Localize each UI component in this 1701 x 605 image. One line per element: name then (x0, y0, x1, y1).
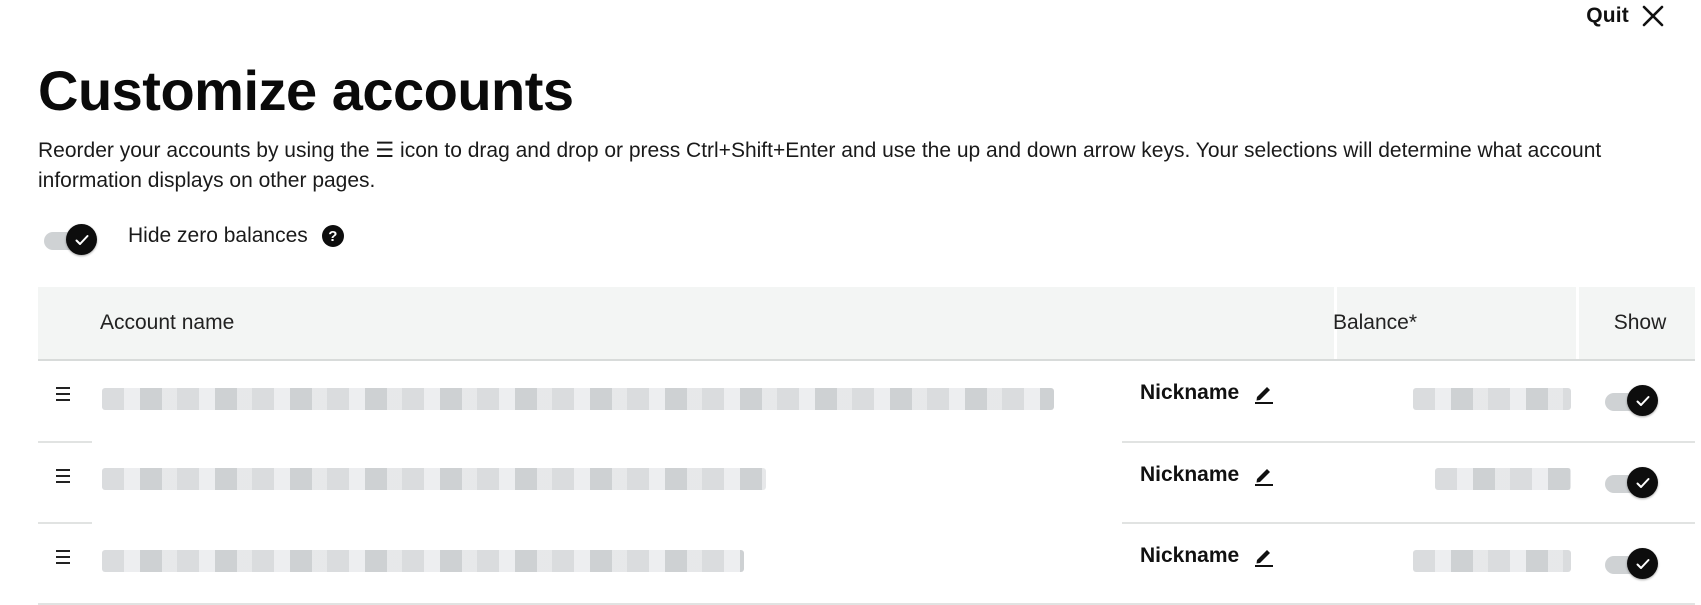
column-header-account-name: Account name (100, 311, 235, 334)
instructions-text: Reorder your accounts by using the ☰ ico… (38, 136, 1678, 196)
check-icon (1636, 395, 1649, 406)
nickname-edit-button[interactable]: Nickname (1140, 463, 1275, 487)
column-header-show: Show (1613, 311, 1667, 334)
account-name-redacted (102, 468, 766, 490)
hide-zero-balances-toggle[interactable] (42, 222, 98, 255)
accounts-table: Account name Balance* Show Nickname Nick… (38, 287, 1695, 605)
drag-handle-icon[interactable] (56, 387, 70, 401)
quit-button[interactable]: Quit (1586, 4, 1665, 28)
show-account-toggle[interactable] (1603, 383, 1659, 416)
column-divider (1576, 287, 1579, 359)
table-header: Account name Balance* Show (38, 287, 1695, 361)
account-name-redacted (102, 550, 744, 572)
toggle-knob (1627, 385, 1658, 416)
instructions-before: Reorder your accounts by using the (38, 139, 376, 162)
pencil-icon (1255, 550, 1274, 567)
toggle-knob (1627, 548, 1658, 579)
nickname-edit-button[interactable]: Nickname (1140, 544, 1275, 568)
toggle-knob (66, 224, 97, 255)
hide-zero-balances-row: Hide zero balances ? (42, 222, 344, 255)
drag-handle-icon[interactable] (56, 469, 70, 483)
account-name-redacted (102, 388, 1054, 410)
show-account-toggle[interactable] (1603, 546, 1659, 579)
nickname-label: Nickname (1140, 463, 1240, 486)
check-icon (1636, 558, 1649, 569)
balance-redacted (1435, 468, 1571, 490)
close-icon (1642, 5, 1664, 27)
pencil-icon (1255, 387, 1274, 404)
column-header-balance: Balance* (1332, 311, 1417, 334)
hide-zero-balances-label: Hide zero balances (128, 224, 308, 247)
quit-label: Quit (1586, 4, 1629, 27)
help-icon[interactable]: ? (321, 225, 344, 247)
page-title: Customize accounts (38, 59, 574, 122)
nickname-edit-button[interactable]: Nickname (1140, 381, 1275, 405)
table-row: Nickname (38, 443, 1695, 524)
balance-redacted (1413, 550, 1571, 572)
show-account-toggle[interactable] (1603, 465, 1659, 498)
nickname-label: Nickname (1140, 381, 1240, 404)
nickname-label: Nickname (1140, 544, 1240, 567)
check-icon (1636, 477, 1649, 488)
check-icon (75, 234, 88, 245)
drag-handle-icon[interactable] (56, 550, 70, 564)
table-row: Nickname (38, 524, 1695, 605)
toggle-knob (1627, 467, 1658, 498)
balance-redacted (1413, 388, 1571, 410)
drag-handle-glyph: ☰ (375, 139, 395, 162)
table-row: Nickname (38, 361, 1695, 443)
pencil-icon (1255, 469, 1274, 486)
